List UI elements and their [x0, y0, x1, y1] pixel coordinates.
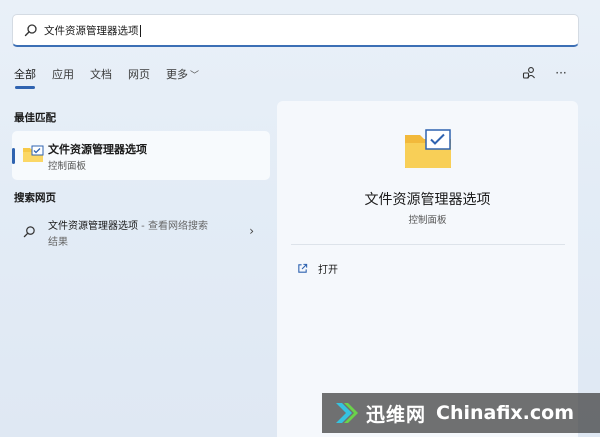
best-match-heading: 最佳匹配 — [14, 112, 56, 124]
web-result-title: 文件资源管理器选项 — [48, 221, 138, 232]
more-options-icon[interactable]: ··· — [552, 64, 570, 82]
account-switch-icon[interactable] — [520, 64, 538, 82]
chevron-right-icon[interactable]: › — [249, 224, 254, 238]
web-search-heading: 搜索网页 — [14, 192, 56, 204]
filter-tabs: 全部 应用 文档 网页 更多 ﹀ — [14, 66, 215, 89]
tab-web[interactable]: 网页 — [128, 66, 150, 82]
folder-options-icon — [23, 145, 44, 162]
tab-more[interactable]: 更多 ﹀ — [166, 66, 199, 82]
best-match-result[interactable]: 文件资源管理器选项 控制面板 — [12, 131, 270, 180]
best-match-subtitle: 控制面板 — [48, 161, 87, 172]
selection-indicator — [12, 148, 15, 164]
text-caret — [139, 24, 141, 37]
tab-apps[interactable]: 应用 — [52, 66, 74, 82]
search-input[interactable]: 文件资源管理器选项 — [44, 23, 141, 38]
tab-more-label: 更多 — [166, 68, 188, 81]
detail-panel: 文件资源管理器选项 控制面板 打开 — [277, 101, 578, 437]
watermark: 迅维网 Chinafix.com — [322, 393, 600, 433]
web-result-line2: 结果 — [48, 237, 68, 248]
toolbar: ··· — [506, 64, 570, 82]
web-result-suffix: - 查看网络搜索 — [138, 221, 208, 232]
tab-all[interactable]: 全部 — [14, 66, 36, 89]
open-label: 打开 — [318, 265, 338, 276]
open-external-icon — [298, 263, 308, 273]
web-result-text: 文件资源管理器选项 - 查看网络搜索结果 — [48, 219, 228, 251]
search-icon — [24, 24, 37, 37]
detail-title: 文件资源管理器选项 — [364, 192, 491, 208]
search-icon — [23, 226, 35, 238]
folder-options-large-icon — [405, 129, 451, 168]
best-match-title: 文件资源管理器选项 — [48, 143, 147, 156]
chevron-down-icon: ﹀ — [190, 71, 200, 81]
search-box[interactable]: 文件资源管理器选项 — [12, 14, 579, 47]
chinafix-logo-icon — [336, 403, 358, 423]
tab-documents[interactable]: 文档 — [90, 66, 112, 82]
web-search-result[interactable]: 文件资源管理器选项 - 查看网络搜索结果 › — [12, 212, 270, 254]
watermark-en: Chinafix.com — [436, 402, 575, 424]
open-action[interactable]: 打开 — [297, 261, 338, 276]
detail-subtitle: 控制面板 — [408, 215, 447, 226]
divider — [291, 244, 565, 245]
watermark-cn: 迅维网 — [366, 403, 427, 426]
